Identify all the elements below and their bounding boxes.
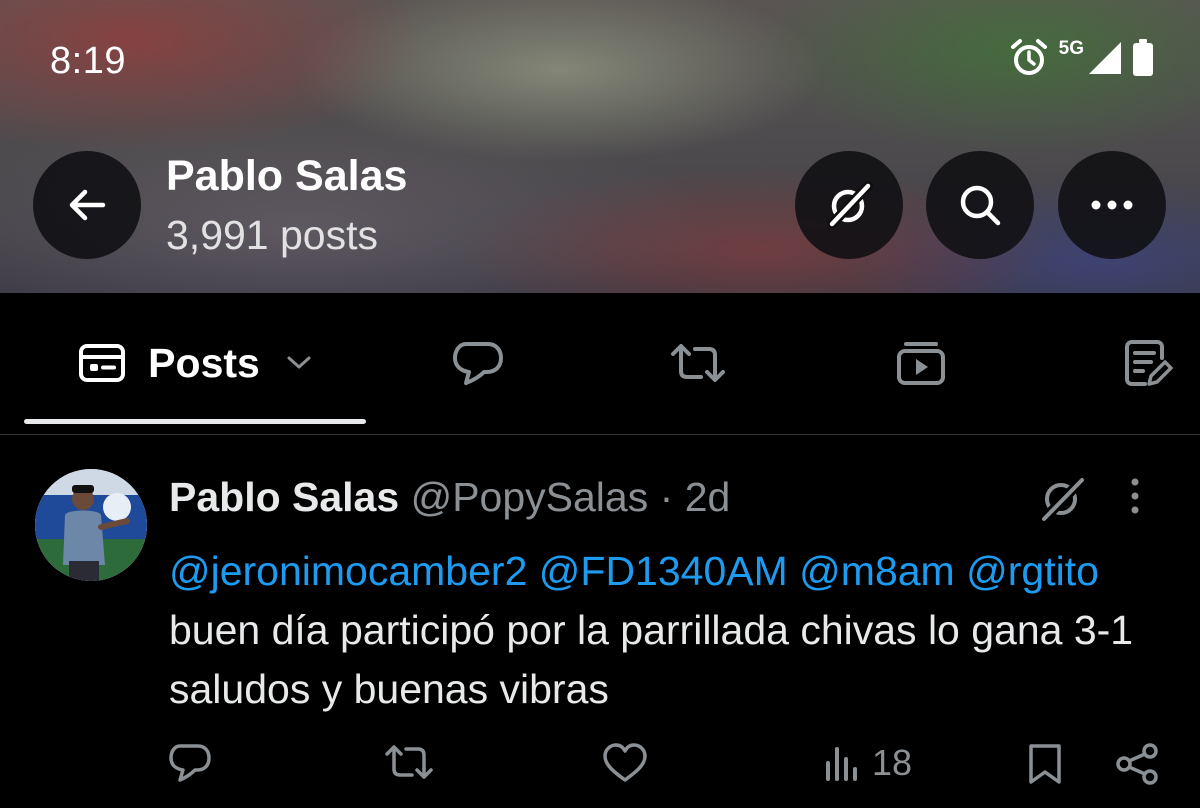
post-actions: 18 bbox=[0, 736, 1200, 796]
like-button[interactable] bbox=[602, 742, 648, 784]
profile-name: Pablo Salas bbox=[166, 152, 408, 200]
post-author-name[interactable]: Pablo Salas bbox=[169, 474, 399, 520]
post-separator: · bbox=[659, 474, 674, 520]
search-button[interactable] bbox=[926, 151, 1034, 259]
reposts-icon bbox=[671, 344, 725, 382]
post-body-text: buen día participó por la parrillada chi… bbox=[169, 607, 1134, 712]
tab-posts[interactable]: Posts bbox=[24, 323, 366, 403]
mention-link[interactable]: @rgtito bbox=[966, 548, 1099, 594]
grok-icon bbox=[827, 181, 873, 229]
post-author-handle[interactable]: @PopySalas bbox=[411, 474, 649, 520]
more-vertical-icon bbox=[1131, 478, 1139, 514]
post-header: Pablo Salas @PopySalas · 2d bbox=[169, 474, 730, 521]
post-time[interactable]: 2d bbox=[685, 474, 731, 520]
post-text: @jeronimocamber2 @FD1340AM @m8am @rgtito… bbox=[169, 542, 1169, 719]
bookmark-button[interactable] bbox=[1026, 742, 1064, 786]
repost-button[interactable] bbox=[384, 742, 434, 782]
replies-icon bbox=[453, 342, 503, 385]
mention-link[interactable]: @m8am bbox=[799, 548, 955, 594]
post-more-button[interactable] bbox=[1128, 476, 1142, 521]
share-button[interactable] bbox=[1114, 742, 1160, 786]
articles-icon bbox=[1125, 340, 1173, 386]
reply-button[interactable] bbox=[168, 742, 212, 784]
tab-media[interactable] bbox=[873, 323, 969, 403]
signal-icon bbox=[1089, 42, 1121, 74]
post-grok-button[interactable] bbox=[1036, 474, 1088, 529]
tab-reposts[interactable] bbox=[650, 323, 746, 403]
profile-header: 8:19 5G Pablo Salas 3,991 posts bbox=[0, 0, 1200, 293]
post[interactable]: Pablo Salas @PopySalas · 2d @jeronimocam… bbox=[0, 436, 1200, 808]
search-icon bbox=[960, 185, 1001, 226]
media-icon bbox=[897, 342, 945, 385]
status-icons: 5G bbox=[1009, 38, 1154, 78]
mention-link[interactable]: @FD1340AM bbox=[539, 548, 788, 594]
bookmark-icon bbox=[1029, 744, 1061, 784]
alarm-icon bbox=[1010, 39, 1047, 75]
active-tab-indicator bbox=[24, 419, 366, 424]
grok-icon bbox=[1039, 475, 1087, 524]
tab-replies[interactable] bbox=[430, 323, 526, 403]
tab-articles[interactable] bbox=[1100, 323, 1196, 403]
share-icon bbox=[1116, 743, 1158, 785]
status-time: 8:19 bbox=[50, 40, 126, 82]
reply-icon bbox=[169, 744, 211, 782]
post-count: 3,991 posts bbox=[166, 212, 378, 258]
posts-icon bbox=[79, 344, 126, 382]
mention-link[interactable]: @jeronimocamber2 bbox=[169, 548, 527, 594]
network-label: 5G bbox=[1058, 38, 1084, 59]
battery-icon bbox=[1133, 39, 1153, 76]
back-arrow-icon bbox=[69, 189, 106, 221]
chevron-down-icon bbox=[287, 356, 311, 369]
repost-icon bbox=[385, 745, 433, 779]
grok-button[interactable] bbox=[795, 151, 903, 259]
views-button[interactable]: 18 bbox=[822, 742, 912, 784]
views-count: 18 bbox=[872, 742, 913, 783]
avatar[interactable] bbox=[35, 469, 147, 581]
back-button[interactable] bbox=[33, 151, 141, 259]
heart-icon bbox=[603, 743, 647, 782]
profile-tabs: Posts bbox=[0, 293, 1200, 435]
more-options-button[interactable] bbox=[1058, 151, 1166, 259]
views-icon bbox=[826, 747, 857, 781]
more-horizontal-icon bbox=[1091, 200, 1133, 210]
tab-posts-label: Posts bbox=[148, 339, 260, 386]
